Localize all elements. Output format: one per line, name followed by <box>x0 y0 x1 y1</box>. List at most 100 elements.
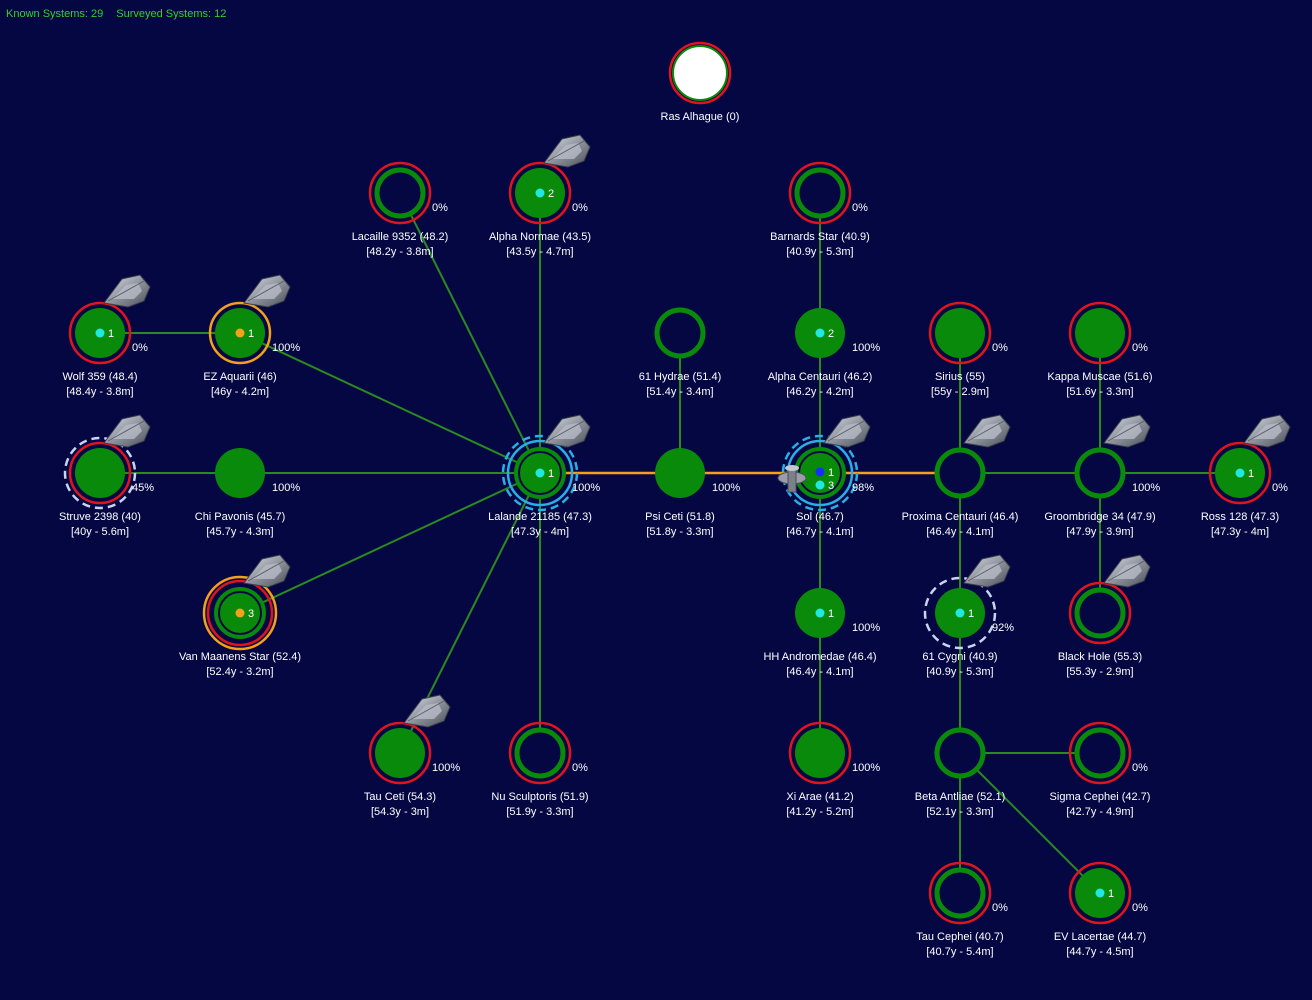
fleet-icon[interactable] <box>963 554 1011 588</box>
population-count: 1 <box>548 468 554 480</box>
system-name: HH Andromedae (46.4) <box>763 651 876 663</box>
fleet-icon[interactable] <box>103 274 151 308</box>
system-details: [48.4y - 3.8m] <box>66 386 133 398</box>
system-details: [48.2y - 3.8m] <box>366 246 433 258</box>
system-details: [46y - 4.2m] <box>211 386 269 398</box>
system-details: [40y - 5.6m] <box>71 526 129 538</box>
fleet-icon[interactable] <box>243 554 291 588</box>
fleet-icon[interactable] <box>403 694 451 728</box>
system-details: [55y - 2.9m] <box>931 386 989 398</box>
system-sol[interactable]: 13 98% Sol (46.7) [46.7y - 4.1m] <box>777 414 874 538</box>
system-details: [52.4y - 3.2m] <box>206 666 273 678</box>
fleet-icon[interactable] <box>823 414 871 448</box>
system-node <box>1074 587 1126 639</box>
survey-percent: 100% <box>272 482 300 494</box>
fleet-icon[interactable] <box>1103 554 1151 588</box>
system-name: 61 Hydrae (51.4) <box>639 371 722 383</box>
system-psi-ceti[interactable]: 100% Psi Ceti (51.8) [51.8y - 3.3m] <box>645 448 740 538</box>
system-name: Struve 2398 (40) <box>59 511 141 523</box>
system-alpha-normae[interactable]: 2 0% Alpha Normae (43.5) [43.5y - 4.7m] <box>489 134 591 258</box>
system-details: [47.3y - 4m] <box>1211 526 1269 538</box>
system-name: Sol (46.7) <box>796 511 844 523</box>
survey-percent: 0% <box>992 342 1008 354</box>
survey-percent: 100% <box>852 622 880 634</box>
system-node <box>935 308 985 358</box>
system-name: Lalande 21185 (47.3) <box>488 511 592 523</box>
population-dot <box>955 608 965 618</box>
system-name: Sirius (55) <box>935 371 985 383</box>
fleet-icon[interactable] <box>243 274 291 308</box>
system-hh-andromedae[interactable]: 1 100% HH Andromedae (46.4) [46.4y - 4.1m] <box>763 588 880 678</box>
system-tau-cephei[interactable]: 0% Tau Cephei (40.7) [40.7y - 5.4m] <box>916 861 1008 958</box>
star-systems: Ras Alhague (0) 0% Lacaille 9352 (48.2) [48… <box>59 41 1291 958</box>
fleet-icon[interactable] <box>543 414 591 448</box>
population-count: 3 <box>248 608 254 620</box>
system-nu-sculptoris[interactable]: 0% Nu Sculptoris (51.9) [51.9y - 3.3m] <box>491 721 589 818</box>
system-name: Wolf 359 (48.4) <box>62 371 137 383</box>
system-name: Beta Antliae (52.1) <box>915 791 1006 803</box>
system-details: [51.4y - 3.4m] <box>646 386 713 398</box>
system-ev-lacertae[interactable]: 1 0% EV Lacertae (44.7) [44.7y - 4.5m] <box>1054 861 1148 958</box>
system-wolf-359[interactable]: 1 0% Wolf 359 (48.4) [48.4y - 3.8m] <box>62 274 151 398</box>
system-name: Proxima Centauri (46.4) <box>902 511 1019 523</box>
survey-percent: 0% <box>1132 902 1148 914</box>
system-groombridge-34[interactable]: 100% Groombridge 34 (47.9) [47.9y - 3.9m] <box>1044 414 1160 538</box>
system-61-cygni[interactable]: 1 92% 61 Cygni (40.9) [40.9y - 5.3m] <box>922 554 1014 678</box>
survey-percent: 100% <box>432 762 460 774</box>
system-details: [55.3y - 2.9m] <box>1066 666 1133 678</box>
system-alpha-centauri[interactable]: 2 100% Alpha Centauri (46.2) [46.2y - 4.2m] <box>768 308 881 398</box>
system-chi-pavonis[interactable]: 100% Chi Pavonis (45.7) [45.7y - 4.3m] <box>195 448 301 538</box>
survey-percent: 98% <box>852 482 874 494</box>
system-tau-ceti[interactable]: 100% Tau Ceti (54.3) [54.3y - 3m] <box>364 694 460 818</box>
system-van-maanens-star[interactable]: 3 Van Maanens Star (52.4) [52.4y - 3.2m] <box>179 554 301 678</box>
population-count: 2 <box>548 188 554 200</box>
population-dot <box>535 468 545 478</box>
system-details: [44.7y - 4.5m] <box>1066 946 1133 958</box>
system-node <box>1075 308 1125 358</box>
system-name: 61 Cygni (40.9) <box>922 651 997 663</box>
fleet-icon[interactable] <box>1243 414 1291 448</box>
system-details: [40.7y - 5.4m] <box>926 946 993 958</box>
system-ras-alhague[interactable]: Ras Alhague (0) <box>661 41 740 123</box>
system-name: Xi Arae (41.2) <box>786 791 853 803</box>
system-ross-128[interactable]: 1 0% Ross 128 (47.3) [47.3y - 4m] <box>1201 414 1291 538</box>
fleet-icon[interactable] <box>1103 414 1151 448</box>
fleet-icon[interactable] <box>543 134 591 168</box>
fleet-icon[interactable] <box>963 414 1011 448</box>
system-name: Van Maanens Star (52.4) <box>179 651 301 663</box>
system-lalande-21185[interactable]: 1 100% Lalande 21185 (47.3) [47.3y - 4m] <box>488 414 600 538</box>
survey-percent: 100% <box>1132 482 1160 494</box>
survey-percent: 100% <box>572 482 600 494</box>
system-details: [54.3y - 3m] <box>371 806 429 818</box>
system-struve-2398[interactable]: 45% Struve 2398 (40) [40y - 5.6m] <box>59 414 154 538</box>
system-node <box>215 448 265 498</box>
survey-percent: 0% <box>572 762 588 774</box>
system-xi-arae[interactable]: 100% Xi Arae (41.2) [41.2y - 5.2m] <box>786 721 880 818</box>
system-sigma-cephei[interactable]: 0% Sigma Cephei (42.7) [42.7y - 4.9m] <box>1050 721 1151 818</box>
system-node <box>794 167 846 219</box>
system-node <box>934 447 986 499</box>
system-lacaille-9352[interactable]: 0% Lacaille 9352 (48.2) [48.2y - 3.8m] <box>352 161 449 258</box>
galactic-map[interactable]: Ras Alhague (0) 0% Lacaille 9352 (48.2) [48… <box>0 0 1312 1000</box>
system-node <box>514 727 566 779</box>
survey-percent: 45% <box>132 482 154 494</box>
system-node <box>1074 727 1126 779</box>
system-ez-aquarii[interactable]: 1 100% EZ Aquarii (46) [46y - 4.2m] <box>203 274 300 398</box>
survey-percent: 100% <box>852 342 880 354</box>
system-black-hole[interactable]: Black Hole (55.3) [55.3y - 2.9m] <box>1058 554 1151 678</box>
population-dot <box>815 608 825 618</box>
survey-percent: 0% <box>1272 482 1288 494</box>
population-dot <box>815 467 825 477</box>
system-details: [46.2y - 4.2m] <box>786 386 853 398</box>
system-node <box>1074 447 1126 499</box>
system-name: Ras Alhague (0) <box>661 111 740 123</box>
system-details: [46.7y - 4.1m] <box>786 526 853 538</box>
system-details: [47.3y - 4m] <box>511 526 569 538</box>
population-count: 3 <box>828 480 834 492</box>
population-dot <box>535 188 545 198</box>
fleet-icon[interactable] <box>103 414 151 448</box>
population-dot <box>815 328 825 338</box>
system-sirius[interactable]: 0% Sirius (55) [55y - 2.9m] <box>928 301 1008 398</box>
system-name: Sigma Cephei (42.7) <box>1050 791 1151 803</box>
system-node <box>934 727 986 779</box>
